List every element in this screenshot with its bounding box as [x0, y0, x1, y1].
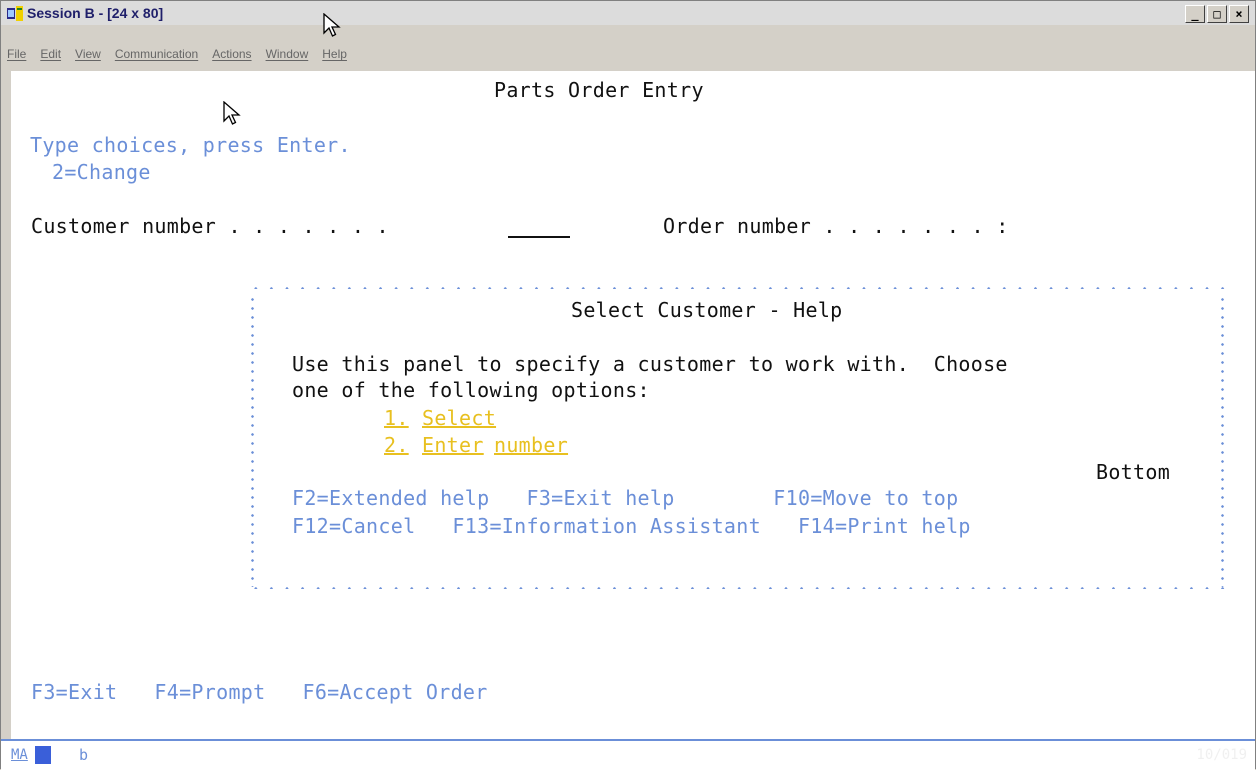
help-text-line1: Use this panel to specify a customer to …	[292, 352, 1008, 376]
mouse-pointer-icon	[223, 101, 241, 125]
menu-window[interactable]: Window	[266, 47, 309, 61]
menu-help[interactable]: Help	[322, 47, 347, 61]
session-icon	[7, 6, 23, 21]
menu-actions[interactable]: Actions	[212, 47, 251, 61]
status-indicator: b	[79, 746, 89, 764]
close-button[interactable]: ×	[1229, 5, 1249, 23]
option-change: 2=Change	[52, 160, 151, 184]
help-border-bottom	[248, 587, 1228, 589]
function-keys: F3=Exit F4=Prompt F6=Accept Order	[31, 680, 488, 704]
help-function-keys-line2: F12=Cancel F13=Information Assistant F14…	[292, 514, 971, 538]
status-bar: MA b 10/019	[1, 739, 1255, 770]
menu-communication[interactable]: Communication	[115, 47, 198, 61]
help-position-indicator: Bottom	[1096, 460, 1171, 484]
help-border-top	[248, 287, 1228, 289]
minimize-button[interactable]: _	[1185, 5, 1205, 23]
option-1-number[interactable]: 1.	[384, 405, 409, 431]
customer-number-label: Customer number . . . . . . .	[31, 214, 389, 238]
window-title: Session B - [24 x 80]	[27, 5, 164, 21]
order-number-label: Order number . . . . . . . :	[663, 214, 1009, 238]
help-function-keys-line1: F2=Extended help F3=Exit help F10=Move t…	[292, 486, 959, 510]
help-border-right	[1221, 295, 1224, 587]
menu-file[interactable]: File	[7, 47, 26, 61]
terminal-screen[interactable]: Parts Order Entry Type choices, press En…	[11, 71, 1255, 739]
help-border-left	[251, 295, 254, 587]
mouse-pointer-icon	[323, 13, 341, 37]
option-select-link[interactable]: Select	[422, 405, 496, 431]
cursor-position: 10/019	[1196, 747, 1247, 763]
help-title: Select Customer - Help	[571, 298, 843, 322]
menu-bar: File Edit View Communication Actions Win…	[1, 25, 1255, 70]
title-bar: Session B - [24 x 80] _ □ ×	[1, 1, 1255, 25]
menu-view[interactable]: View	[75, 47, 101, 61]
option-enter-link[interactable]: Enter	[422, 432, 484, 458]
customer-number-input[interactable]	[508, 236, 570, 238]
instructions-text: Type choices, press Enter.	[30, 133, 351, 157]
menu-edit[interactable]: Edit	[40, 47, 61, 61]
status-mode: MA	[11, 747, 28, 763]
status-cursor-block	[35, 746, 51, 764]
help-text-line2: one of the following options:	[292, 378, 650, 402]
option-2-number[interactable]: 2.	[384, 432, 409, 458]
option-number-link[interactable]: number	[494, 432, 568, 458]
screen-title: Parts Order Entry	[494, 78, 704, 102]
emulator-window: Session B - [24 x 80] _ □ × File Edit Vi…	[0, 0, 1256, 770]
maximize-button[interactable]: □	[1207, 5, 1227, 23]
